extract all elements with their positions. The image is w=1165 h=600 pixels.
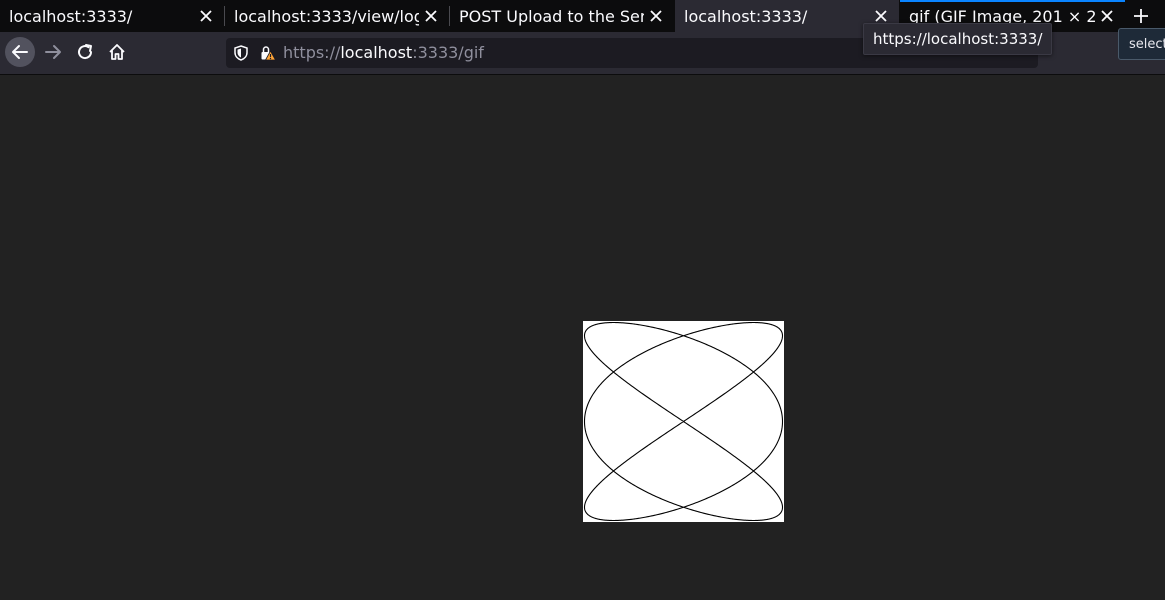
close-icon[interactable] [423, 8, 439, 24]
gif-image [583, 321, 784, 522]
url-host: localhost [340, 43, 413, 62]
close-icon[interactable] [873, 8, 889, 24]
insecure-lock-icon[interactable] [260, 45, 276, 61]
tab-title: localhost:3333/ [684, 6, 808, 26]
close-icon[interactable] [1099, 8, 1115, 24]
tab-3[interactable]: POST Upload to the Server [450, 0, 674, 32]
home-icon [109, 44, 125, 60]
reload-icon [78, 44, 93, 60]
arrow-right-icon [45, 45, 61, 59]
home-button[interactable] [102, 37, 132, 67]
close-icon[interactable] [198, 8, 214, 24]
url-text[interactable]: https://localhost:3333/gif [283, 43, 484, 62]
plus-icon [1134, 9, 1148, 23]
close-icon[interactable] [648, 8, 664, 24]
back-button[interactable] [5, 37, 35, 67]
tab-title: localhost:3333/view/login [234, 6, 419, 26]
page-content [0, 75, 1165, 600]
lissajous-curve [583, 321, 784, 522]
new-tab-button[interactable] [1130, 5, 1152, 27]
url-tooltip: https://localhost:3333/ [863, 23, 1053, 55]
forward-button[interactable] [38, 37, 68, 67]
tab-2[interactable]: localhost:3333/view/login [225, 0, 449, 32]
tab-accent-line [900, 0, 1125, 2]
arrow-left-icon [12, 45, 28, 59]
tab-title: POST Upload to the Server [459, 6, 644, 26]
tab-1[interactable]: localhost:3333/ [0, 0, 224, 32]
reload-button[interactable] [70, 37, 100, 67]
select-popup[interactable]: select [1118, 28, 1165, 60]
tab-title: localhost:3333/ [9, 6, 133, 26]
url-path: :3333/gif [412, 43, 484, 62]
shield-icon[interactable] [233, 45, 249, 61]
url-scheme: https:// [283, 43, 341, 62]
